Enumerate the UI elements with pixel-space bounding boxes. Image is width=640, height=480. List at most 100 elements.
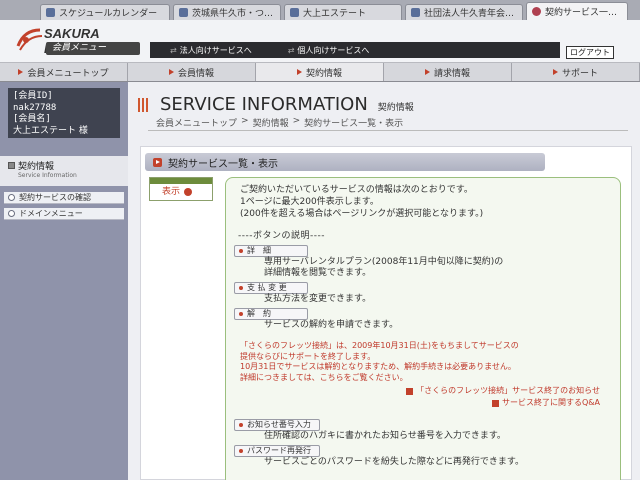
external-links-bar: ⇄ 法人向けサービスへ ⇄ 個人向けサービスへ: [150, 42, 560, 58]
service-end-notice: 「さくらのフレッツ接続」は、2009年10月31日(土)をもちましてサービスの …: [240, 341, 612, 383]
bullet-dot-icon: [239, 423, 243, 427]
sidebar-section-contract-info: 契約情報 Service Information: [0, 156, 128, 186]
member-id-label: [会員ID]: [13, 91, 53, 101]
link-label: サービス終了に関するQ&A: [501, 398, 600, 407]
notice-line: 提供ならびにサポートを終了します。: [240, 351, 376, 361]
breadcrumb-contract-info[interactable]: 契約情報: [253, 116, 289, 129]
sidebar-section-subtitle: Service Information: [18, 172, 77, 179]
link-label: 「さくらのフレッツ接続」サービス終了のお知らせ: [416, 386, 600, 395]
sidebar-section-title: 契約情報: [18, 162, 55, 172]
arrow-right-icon: [552, 69, 558, 75]
mini-button-label: 詳 細: [247, 246, 271, 255]
page-favicon-icon: [411, 8, 420, 17]
personal-services-link[interactable]: ⇄ 個人向けサービスへ: [288, 45, 370, 56]
service-end-faq-link[interactable]: サービス終了に関するQ&A: [234, 397, 600, 409]
page-favicon-icon: [46, 8, 55, 17]
notice-links: 「さくらのフレッツ接続」サービス終了のお知らせ サービス終了に関するQ&A: [234, 385, 612, 409]
member-name-value: 大上エステート 様: [13, 125, 88, 136]
page-title-ja: 契約情報: [377, 103, 414, 113]
nav-label: 契約情報: [305, 68, 342, 79]
section-arrow-icon: [153, 157, 162, 167]
bullet-circle-icon: [8, 194, 15, 201]
browser-tab-active[interactable]: 契約サービス一覧・表...: [526, 2, 628, 20]
detail-button-sample: 詳 細: [234, 245, 308, 257]
corporate-services-link[interactable]: ⇄ 法人向けサービスへ: [170, 45, 252, 56]
arrow-circle-icon: [184, 188, 193, 196]
button-description: 支払方法を変更できます。: [264, 294, 372, 304]
mini-button-label: お知らせ番号入力: [247, 420, 311, 429]
breadcrumb-current: 契約サービス一覧・表示: [304, 119, 404, 129]
nav-item-support[interactable]: サポート: [512, 63, 640, 81]
section-header: 契約サービス一覧・表示: [145, 153, 545, 171]
bullet-dot-icon: [239, 312, 243, 316]
link-arrow-icon: ⇄: [170, 45, 177, 55]
sidebar: [会員ID] nak27788 [会員名] 大上エステート 様 契約情報 Ser…: [0, 82, 128, 480]
tab-label: 大上エステート: [303, 9, 367, 19]
main-content: SERVICE INFORMATION 契約情報 会員メニュートップ > 契約情…: [128, 82, 640, 480]
cancel-button-sample: 解 約: [234, 308, 308, 320]
mini-button-label: 解 約: [247, 309, 271, 318]
arrow-right-icon: [296, 69, 302, 75]
link-label: 法人向けサービスへ: [179, 45, 252, 55]
browser-tab[interactable]: 大上エステート: [284, 4, 402, 20]
notice-line: 10月31日でサービスは解約となりますため、解約手続きは必要ありません。: [240, 362, 516, 371]
nav-item-contract-info[interactable]: 契約情報: [256, 63, 384, 81]
bullet-dot-icon: [239, 249, 243, 253]
content-card: 契約サービス一覧・表示 表示 ご契約いただいているサービスの情報は次のとおりです…: [140, 146, 632, 480]
sakura-logo-mark-icon: [16, 28, 43, 51]
mini-button-label: 支 払 変 更: [247, 283, 287, 292]
sidebar-item-domain-menu[interactable]: ドメインメニュー: [4, 208, 124, 220]
button-description: 住所確認のハガキに書かれたお知らせ番号を入力できます。: [264, 431, 506, 441]
user-info-box: [会員ID] nak27788 [会員名] 大上エステート 様: [8, 88, 120, 138]
page-favicon-icon: [290, 8, 299, 17]
breadcrumb-member-top[interactable]: 会員メニュートップ: [156, 116, 237, 129]
nav-item-member-info[interactable]: 会員情報: [128, 63, 256, 81]
nav-label: 会員情報: [177, 68, 214, 79]
mini-button-label: パスワード再発行: [247, 446, 311, 455]
notice-number-input-button[interactable]: お知らせ番号入力: [234, 419, 320, 431]
bullet-dot-icon: [239, 449, 243, 453]
sidebar-item-label: ドメインメニュー: [19, 209, 83, 218]
notice-line: 「さくらのフレッツ接続」は、2009年10月31日(土)をもちましてサービスの: [240, 341, 519, 350]
info-panel: ご契約いただいているサービスの情報は次のとおりです。 1ページに最大200件表示…: [225, 177, 621, 480]
button-description: サービスごとのパスワードを紛失した際などに再発行できます。: [264, 457, 525, 467]
sakura-favicon-icon: [532, 7, 541, 16]
show-button[interactable]: 表示: [149, 177, 213, 201]
browser-tab[interactable]: 社団法人牛久青年会議...: [405, 4, 523, 20]
flets-end-notice-link[interactable]: 「さくらのフレッツ接続」サービス終了のお知らせ: [234, 385, 600, 397]
nav-item-member-top[interactable]: 会員メニュートップ: [0, 63, 128, 81]
logout-button[interactable]: ログアウト: [566, 46, 614, 59]
breadcrumb-separator: >: [292, 116, 301, 126]
nav-item-billing-info[interactable]: 請求情報: [384, 63, 512, 81]
title-marker-icon: [138, 97, 148, 112]
tab-label: 社団法人牛久青年会議...: [424, 9, 517, 19]
button-description: サービスの解約を申請できます。: [264, 320, 399, 330]
page-favicon-icon: [179, 8, 188, 17]
password-reissue-button[interactable]: パスワード再発行: [234, 445, 320, 457]
sakura-logo[interactable]: SAKURA Internet 会員メニュー: [14, 24, 144, 58]
show-button-label: 表示: [162, 187, 181, 197]
global-nav: 会員メニュートップ 会員情報 契約情報 請求情報 サポート: [0, 62, 640, 82]
sidebar-item-label: 契約サービスの確認: [19, 193, 91, 202]
notice-line: 詳細につきましては、こちらをご覧ください。: [240, 372, 408, 382]
link-arrow-icon: ⇄: [287, 45, 295, 55]
section-title: 契約サービス一覧・表示: [168, 158, 278, 170]
section-square-icon: [8, 162, 15, 169]
sidebar-item-service-check[interactable]: 契約サービスの確認: [4, 192, 124, 204]
arrow-right-icon: [168, 69, 174, 75]
site-header: SAKURA Internet 会員メニュー ⇄法人向けサービスへ ⇄個人向けサ…: [0, 20, 640, 62]
button-description: 専用サーバレンタルプラン(2008年11月中旬以降に契約)の: [264, 257, 504, 267]
intro-text: ご契約いただいているサービスの情報は次のとおりです。 1ページに最大200件表示…: [234, 184, 612, 220]
breadcrumb: 会員メニュートップ > 契約情報 > 契約サービス一覧・表示: [156, 116, 403, 129]
browser-tab[interactable]: スケジュールカレンダー: [40, 4, 170, 20]
tab-label: 茨城県牛久市・つくば市・...: [192, 9, 275, 19]
breadcrumb-separator: >: [241, 116, 249, 126]
member-name-label: [会員名]: [13, 114, 51, 124]
browser-tab[interactable]: 茨城県牛久市・つくば市・...: [173, 4, 281, 20]
intro-line: ご契約いただいているサービスの情報は次のとおりです。: [240, 185, 473, 195]
arrow-right-icon: [18, 69, 24, 75]
payment-change-button-sample: 支 払 変 更: [234, 282, 308, 294]
nav-label: 請求情報: [433, 68, 470, 79]
button-legend-title: ----ボタンの説明----: [238, 231, 325, 241]
link-square-icon: [406, 387, 414, 395]
